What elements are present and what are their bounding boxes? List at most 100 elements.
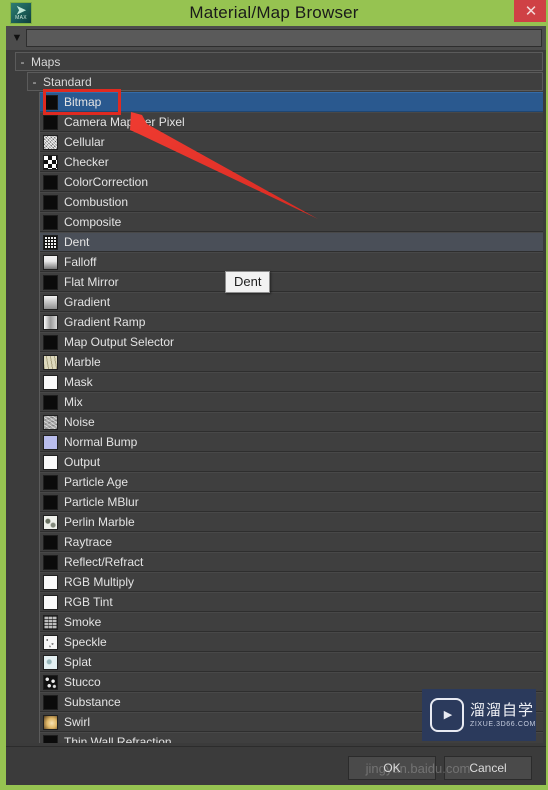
window-title: Material/Map Browser (189, 3, 359, 22)
map-item-row[interactable]: Reflect/Refract (40, 552, 543, 572)
map-item-row[interactable]: Smoke (40, 612, 543, 632)
map-item-row[interactable]: Checker (40, 152, 543, 172)
map-swatch-icon (43, 734, 58, 743)
map-item-row[interactable]: Bitmap (40, 92, 543, 112)
map-swatch-icon (43, 434, 58, 450)
map-item-row[interactable]: Composite (40, 212, 543, 232)
map-item-label: Particle Age (64, 475, 129, 489)
map-swatch-icon (43, 154, 58, 170)
map-item-label: Checker (64, 155, 109, 169)
map-item-row[interactable]: Speckle (40, 632, 543, 652)
tree-group-maps[interactable]: - Maps (15, 52, 543, 71)
map-item-label: Raytrace (64, 535, 113, 549)
map-swatch-icon (43, 134, 58, 150)
map-item-row[interactable]: Splat (40, 652, 543, 672)
cancel-button[interactable]: Cancel (444, 756, 532, 780)
collapse-icon-standard[interactable]: - (28, 75, 41, 89)
map-item-label: Perlin Marble (64, 515, 135, 529)
map-item-row[interactable]: Gradient Ramp (40, 312, 543, 332)
map-item-label: Stucco (64, 675, 101, 689)
map-swatch-icon (43, 674, 58, 690)
max-app-icon: ➤ MAX (10, 2, 32, 24)
map-item-label: Swirl (64, 715, 90, 729)
map-item-label: Mix (64, 395, 83, 409)
map-item-label: Marble (64, 355, 101, 369)
map-item-label: Bitmap (64, 95, 102, 109)
map-swatch-icon (43, 294, 58, 310)
map-swatch-icon (43, 474, 58, 490)
map-item-row[interactable]: Normal Bump (40, 432, 543, 452)
material-map-browser-window: ➤ MAX Material/Map Browser ✕ ▼ - Maps - … (0, 0, 548, 790)
map-item-label: RGB Multiply (64, 575, 135, 589)
map-item-label: RGB Tint (64, 595, 113, 609)
map-item-label: Smoke (64, 615, 102, 629)
map-item-row[interactable]: Gradient (40, 292, 543, 312)
map-item-row[interactable]: Falloff (40, 252, 543, 272)
map-tree: - Maps - Standard Bitmap Camera Map Per P… (9, 52, 543, 743)
map-item-list: Bitmap Camera Map Per Pixel Cellular Checke… (39, 92, 543, 743)
map-swatch-icon (43, 554, 58, 570)
map-item-row[interactable]: Mix (40, 392, 543, 412)
map-item-row[interactable]: Camera Map Per Pixel (40, 112, 543, 132)
map-swatch-icon (43, 234, 58, 250)
map-item-row[interactable]: Noise (40, 412, 543, 432)
map-item-row[interactable]: Stucco (40, 672, 543, 692)
search-input[interactable] (26, 29, 542, 47)
map-item-row[interactable]: Cellular (40, 132, 543, 152)
collapse-icon-maps[interactable]: - (16, 55, 29, 69)
map-item-label: Combustion (64, 195, 129, 209)
map-item-row[interactable]: Swirl (40, 712, 543, 732)
map-swatch-icon (43, 654, 58, 670)
map-item-row[interactable]: Mask (40, 372, 543, 392)
map-swatch-icon (43, 214, 58, 230)
map-item-label: Composite (64, 215, 122, 229)
title-bar: ➤ MAX Material/Map Browser ✕ (6, 0, 546, 26)
map-item-label: Dent (64, 235, 90, 249)
map-item-row[interactable]: Dent (40, 232, 543, 252)
map-item-row[interactable]: Map Output Selector (40, 332, 543, 352)
map-item-row[interactable]: Combustion (40, 192, 543, 212)
map-item-row[interactable]: Marble (40, 352, 543, 372)
map-item-row[interactable]: Substance (40, 692, 543, 712)
map-swatch-icon (43, 634, 58, 650)
hover-tooltip: Dent (225, 271, 271, 293)
map-item-label: Gradient (64, 295, 111, 309)
tree-group-standard[interactable]: - Standard (27, 72, 543, 91)
map-item-label: Substance (64, 695, 121, 709)
map-item-label: ColorCorrection (64, 175, 149, 189)
map-swatch-icon (43, 694, 58, 710)
map-swatch-icon (43, 354, 58, 370)
map-item-row[interactable]: Output (40, 452, 543, 472)
map-swatch-icon (43, 254, 58, 270)
map-item-row[interactable]: Particle Age (40, 472, 543, 492)
tree-group-maps-label: Maps (31, 54, 61, 69)
max-icon-sublabel: MAX (15, 15, 27, 21)
map-item-row[interactable]: Particle MBlur (40, 492, 543, 512)
map-item-row[interactable]: Flat Mirror (40, 272, 543, 292)
map-item-row[interactable]: Raytrace (40, 532, 543, 552)
map-swatch-icon (43, 314, 58, 330)
map-item-label: Speckle (64, 635, 107, 649)
map-swatch-icon (43, 574, 58, 590)
map-item-label: Noise (64, 415, 95, 429)
map-swatch-icon (43, 114, 58, 130)
map-item-label: Thin Wall Refraction (64, 735, 172, 743)
map-item-row[interactable]: Thin Wall Refraction (40, 732, 543, 743)
map-item-row[interactable]: RGB Tint (40, 592, 543, 612)
map-swatch-icon (43, 94, 58, 110)
map-swatch-icon (43, 534, 58, 550)
ok-button[interactable]: OK (348, 756, 436, 780)
map-item-label: Splat (64, 655, 92, 669)
map-swatch-icon (43, 594, 58, 610)
map-item-row[interactable]: RGB Multiply (40, 572, 543, 592)
map-item-label: Mask (64, 375, 93, 389)
map-item-label: Falloff (64, 255, 97, 269)
map-swatch-icon (43, 394, 58, 410)
chevron-down-icon[interactable]: ▼ (8, 28, 26, 48)
map-item-label: Output (64, 455, 101, 469)
map-swatch-icon (43, 194, 58, 210)
map-item-row[interactable]: Perlin Marble (40, 512, 543, 532)
filter-bar: ▼ (6, 26, 546, 50)
map-item-row[interactable]: ColorCorrection (40, 172, 543, 192)
close-icon[interactable]: ✕ (514, 0, 546, 22)
